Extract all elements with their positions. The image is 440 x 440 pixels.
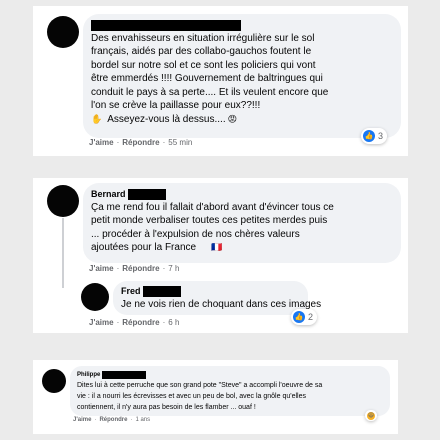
avatar[interactable] [42, 369, 66, 393]
reply-link[interactable]: Répondre [99, 417, 127, 423]
avatar[interactable] [47, 16, 79, 48]
like-link[interactable]: J'aime [89, 318, 114, 327]
comment-bubble: Philippe Dites lui à cette perruche que … [70, 366, 390, 416]
comment-bubble: Des envahisseurs en situation irrégulièr… [83, 14, 401, 138]
reaction-badge[interactable]: 👍 2 [291, 309, 318, 325]
comment-text: Je ne vois rien de choquant dans ces ima… [121, 299, 322, 310]
haha-icon: 😆 [367, 411, 375, 420]
reaction-badge[interactable]: 👍 3 [361, 128, 388, 144]
like-icon: 👍 [363, 130, 375, 142]
like-link[interactable]: J'aime [73, 417, 91, 423]
reply-bubble: Fred Je ne vois rien de choquant dans ce… [113, 281, 321, 315]
like-link[interactable]: J'aime [89, 264, 114, 273]
angry-face-emoji: 😡 [227, 114, 237, 124]
timestamp[interactable]: 55 min [168, 138, 192, 147]
reply-actions: J'aime · Répondre · 6 h [89, 318, 180, 327]
timestamp[interactable]: 7 h [168, 264, 179, 273]
reply-link[interactable]: Répondre [122, 318, 159, 327]
author-name[interactable]: Fred [121, 286, 181, 297]
avatar[interactable] [81, 283, 109, 311]
author-name[interactable]: Bernard [91, 189, 166, 200]
redacted-name [142, 286, 181, 297]
comment-actions: J'aime · Répondre · 55 min [89, 138, 193, 147]
reaction-count: 3 [378, 131, 384, 141]
timestamp[interactable]: 1 ans [135, 417, 150, 423]
redacted-name [102, 371, 147, 379]
comment-actions: J'aime · Répondre · 1 ans [73, 417, 151, 423]
reply-link[interactable]: Répondre [122, 264, 159, 273]
comment-panel-3: Philippe Dites lui à cette perruche que … [33, 360, 398, 434]
reply-link[interactable]: Répondre [122, 138, 159, 147]
comment-text: Dites lui à cette perruche que son grand… [77, 382, 323, 411]
comment-panel-1: Des envahisseurs en situation irrégulièr… [33, 6, 408, 156]
avatar[interactable] [47, 185, 79, 217]
comment-text: Des envahisseurs en situation irrégulièr… [91, 33, 329, 112]
like-icon: 👍 [293, 311, 305, 323]
raised-hand-emoji: ✋ [91, 114, 103, 124]
author-name[interactable]: Philippe [77, 371, 147, 379]
redacted-name [91, 20, 241, 31]
comment-text-last-line: ✋ Asseyez-vous là dessus.... 😡 [91, 114, 237, 125]
france-flag-emoji: 🇫🇷 [211, 242, 223, 252]
redacted-name [127, 189, 166, 200]
comment-text: Ça me rend fou il fallait d'abord avant … [91, 202, 334, 254]
like-link[interactable]: J'aime [89, 138, 114, 147]
comment-bubble: Bernard Ça me rend fou il fallait d'abor… [83, 183, 401, 263]
reaction-count: 2 [308, 312, 314, 322]
thread-line [62, 218, 64, 288]
author-name[interactable] [91, 20, 241, 31]
comment-panel-2: Bernard Ça me rend fou il fallait d'abor… [33, 178, 408, 333]
reaction-badge[interactable]: 😆 [365, 410, 377, 421]
timestamp[interactable]: 6 h [168, 318, 179, 327]
comment-actions: J'aime · Répondre · 7 h [89, 264, 180, 273]
